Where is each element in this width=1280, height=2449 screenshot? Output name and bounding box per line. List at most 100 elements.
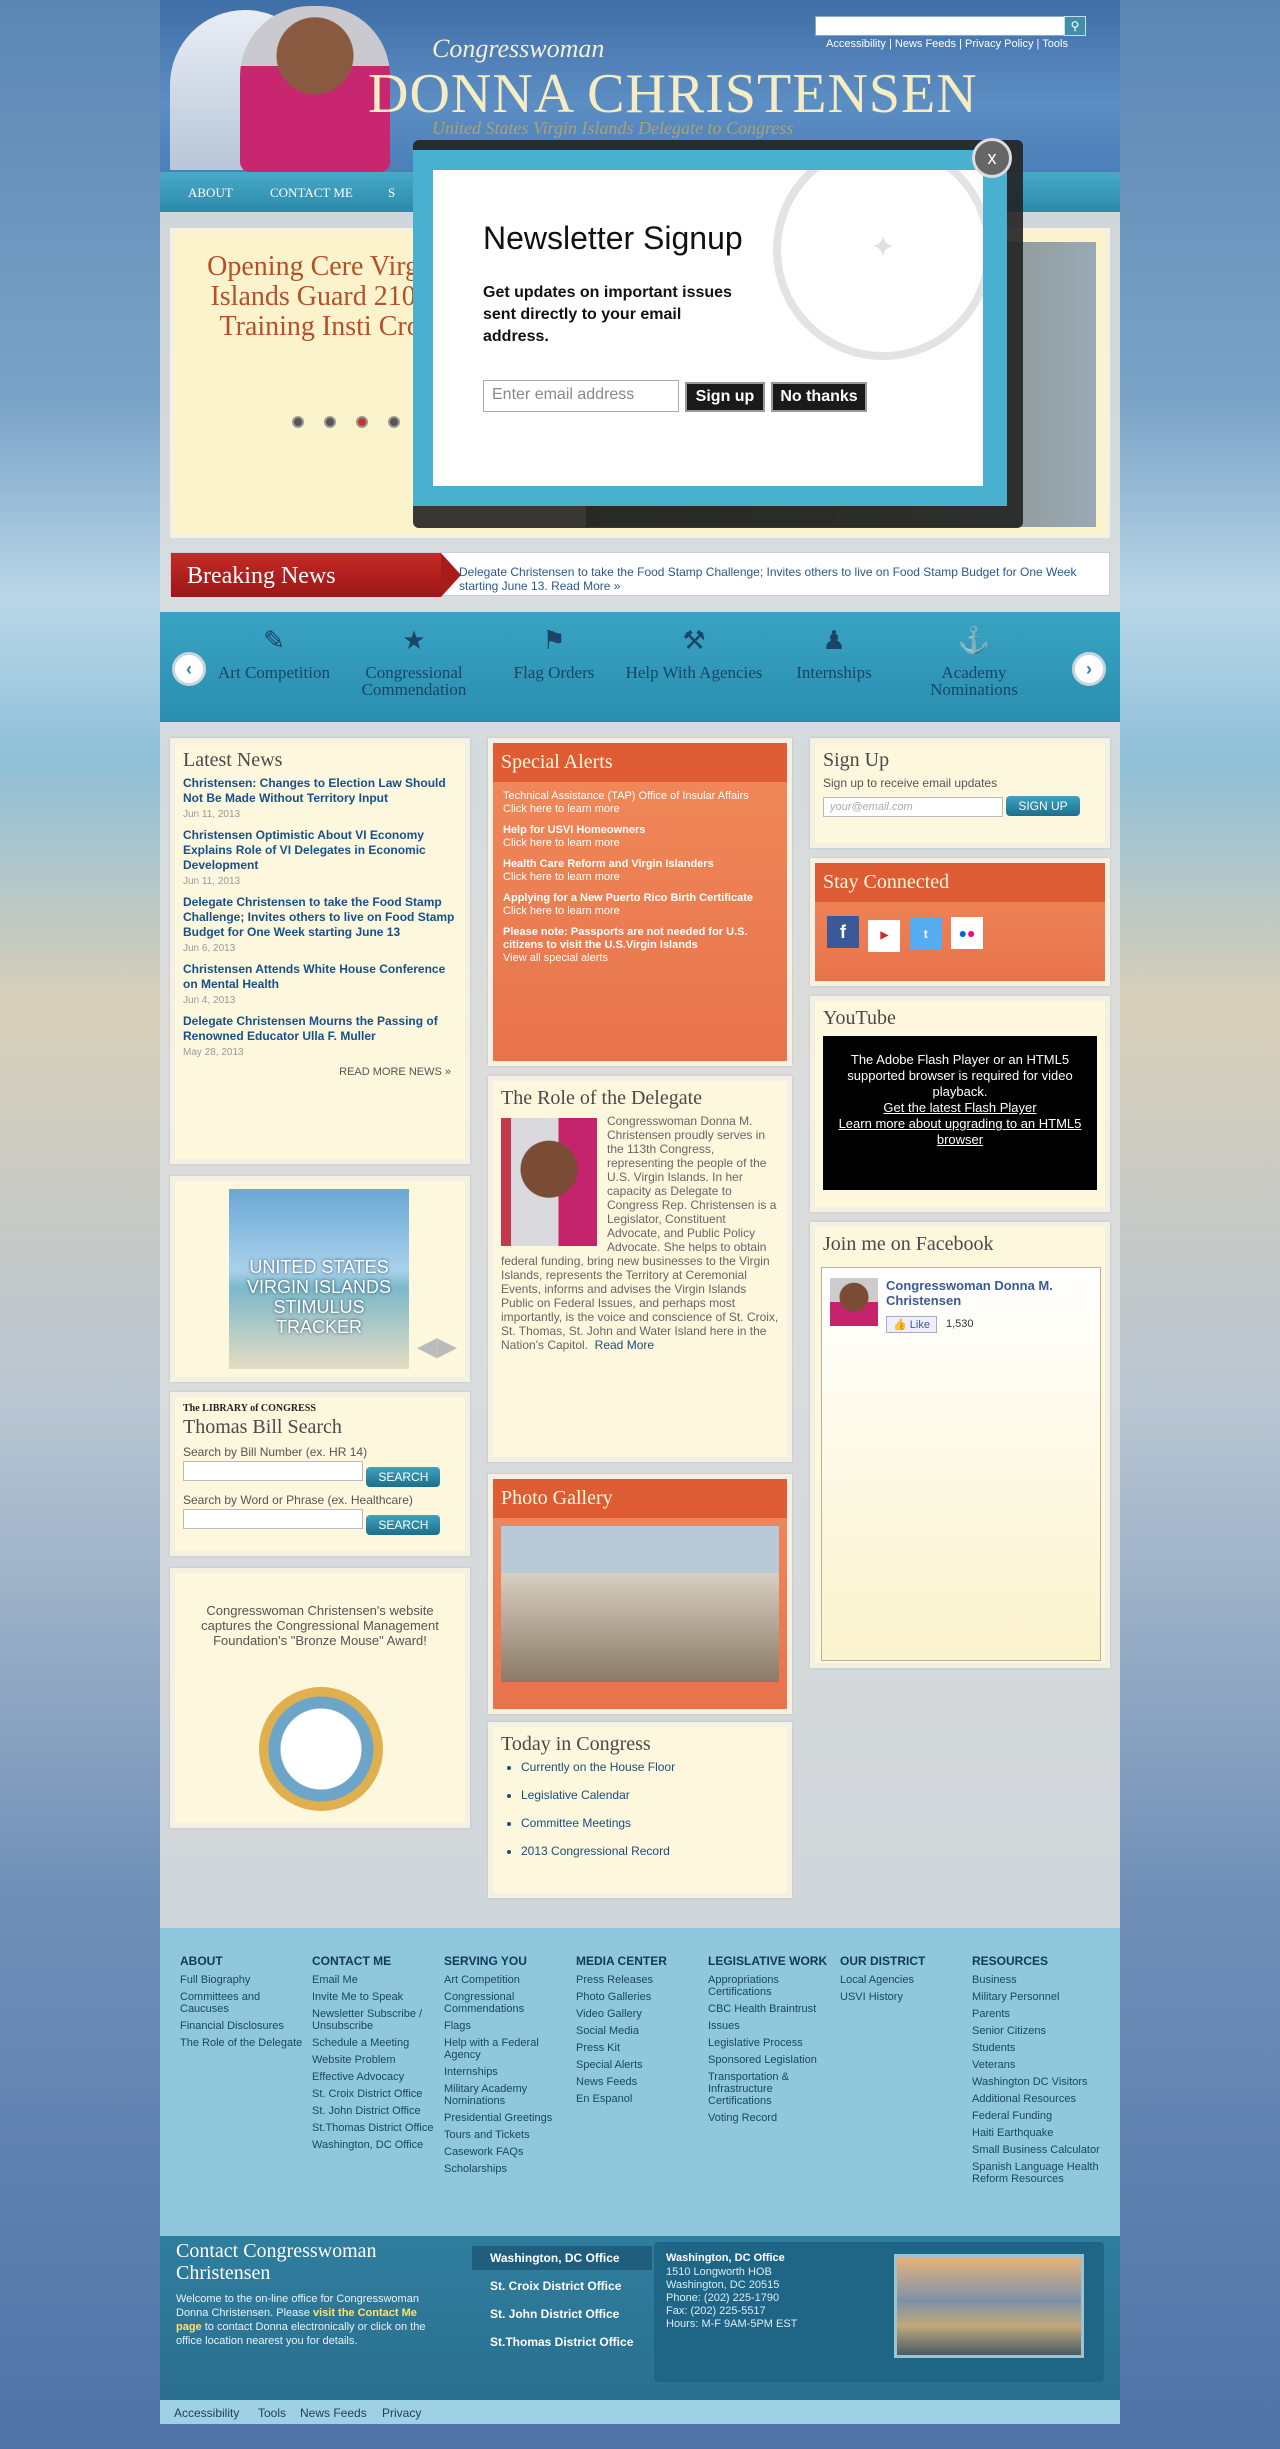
footer-link[interactable]: Scholarships [444, 2163, 574, 2175]
bottom-link-news-feeds[interactable]: News Feeds [300, 2406, 367, 2420]
footer-link[interactable]: Website Problem [312, 2054, 442, 2066]
footer-link[interactable]: Federal Funding [972, 2110, 1102, 2122]
footer-link[interactable]: Special Alerts [576, 2059, 706, 2071]
carousel-prev-icon[interactable]: ‹ [172, 652, 206, 686]
footer-link[interactable]: Internships [444, 2066, 574, 2078]
stimulus-arrows-icon[interactable]: ◀▶ [417, 1331, 457, 1362]
alert-title[interactable]: Help for USVI Homeowners [503, 824, 777, 837]
bottom-link-tools[interactable]: Tools [258, 2406, 286, 2420]
band-item-academy-nominations[interactable]: ⚓ Academy Nominations [904, 628, 1044, 699]
band-item-internships[interactable]: ♟ Internships [764, 628, 904, 682]
footer-link[interactable]: News Feeds [576, 2076, 706, 2088]
footer-link[interactable]: Washington, DC Office [312, 2139, 442, 2151]
alert-title[interactable]: Technical Assistance (TAP) Office of Ins… [503, 790, 777, 803]
link-privacy-policy[interactable]: Privacy Policy [965, 38, 1033, 50]
stimulus-tracker-banner[interactable]: UNITED STATES VIRGIN ISLANDS STIMULUS TR… [229, 1189, 409, 1369]
nav-contact-me[interactable]: CONTACT ME [270, 185, 353, 201]
gallery-photo[interactable] [501, 1526, 779, 1682]
office-tab-active[interactable]: Washington, DC Office [472, 2246, 652, 2270]
breaking-news-text[interactable]: Delegate Christensen to take the Food St… [459, 565, 1099, 593]
footer-link[interactable]: Military Academy Nominations [444, 2083, 574, 2107]
nav-about[interactable]: ABOUT [188, 185, 233, 201]
footer-link[interactable]: Flags [444, 2020, 574, 2032]
twitter-icon[interactable]: t [909, 918, 942, 950]
news-link[interactable]: Christensen Optimistic About VI Economy … [183, 828, 457, 873]
footer-link[interactable]: Social Media [576, 2025, 706, 2037]
slide-dot[interactable] [292, 416, 304, 428]
facebook-icon[interactable]: f [827, 916, 859, 948]
footer-link[interactable]: Committees and Caucuses [180, 1991, 310, 2015]
alert-link[interactable]: Click here to learn more [503, 803, 777, 816]
footer-link[interactable]: Legislative Process [708, 2037, 838, 2049]
footer-link[interactable]: Schedule a Meeting [312, 2037, 442, 2049]
footer-link[interactable]: USVI History [840, 1991, 970, 2003]
footer-link[interactable]: Haiti Earthquake [972, 2127, 1102, 2139]
today-link[interactable]: Legislative Calendar [521, 1788, 779, 1802]
office-tab[interactable]: St.Thomas District Office [472, 2330, 652, 2354]
footer-link[interactable]: Spanish Language Health Reform Resources [972, 2161, 1102, 2185]
footer-link[interactable]: Presidential Greetings [444, 2112, 574, 2124]
footer-link[interactable]: St. John District Office [312, 2105, 442, 2117]
footer-link[interactable]: Full Biography [180, 1974, 310, 1986]
modal-no-thanks-button[interactable]: No thanks [771, 382, 867, 412]
news-link[interactable]: Delegate Christensen Mourns the Passing … [183, 1014, 457, 1044]
footer-link[interactable]: Effective Advocacy [312, 2071, 442, 2083]
youtube-icon[interactable]: ▶ [868, 920, 901, 952]
bottom-link-privacy[interactable]: Privacy [382, 2406, 421, 2420]
footer-link[interactable]: Help with a Federal Agency [444, 2037, 574, 2061]
footer-link[interactable]: The Role of the Delegate [180, 2037, 310, 2049]
footer-link[interactable]: Tours and Tickets [444, 2129, 574, 2141]
link-accessibility[interactable]: Accessibility [826, 38, 886, 50]
footer-link[interactable]: Issues [708, 2020, 838, 2032]
alert-link[interactable]: Click here to learn more [503, 905, 777, 918]
footer-link[interactable]: Students [972, 2042, 1102, 2054]
footer-link[interactable]: Art Competition [444, 1974, 574, 1986]
flash-player-link[interactable]: Get the latest Flash Player [829, 1100, 1091, 1116]
bill-number-search-button[interactable]: SEARCH [366, 1467, 441, 1487]
footer-link[interactable]: Parents [972, 2008, 1102, 2020]
flickr-icon[interactable]: ●● [951, 917, 984, 949]
band-item-art-competition[interactable]: ✎ Art Competition [204, 628, 344, 682]
footer-link[interactable]: Appropriations Certifications [708, 1974, 838, 1998]
today-link[interactable]: Committee Meetings [521, 1816, 779, 1830]
alert-title[interactable]: Applying for a New Puerto Rico Birth Cer… [503, 892, 777, 905]
footer-link[interactable]: Casework FAQs [444, 2146, 574, 2158]
facebook-page-name[interactable]: Congresswoman Donna M. Christensen [886, 1278, 1086, 1308]
link-news-feeds[interactable]: News Feeds [895, 38, 956, 50]
footer-link[interactable]: Video Gallery [576, 2008, 706, 2020]
band-item-congressional-commendation[interactable]: ★ Congressional Commendation [344, 628, 484, 699]
today-link[interactable]: 2013 Congressional Record [521, 1844, 779, 1858]
header-name[interactable]: DONNA CHRISTENSEN [368, 62, 978, 126]
footer-link[interactable]: Email Me [312, 1974, 442, 1986]
footer-link[interactable]: Transportation & Infrastructure Certific… [708, 2071, 838, 2107]
bronze-mouse-badge[interactable]: 112th CONGRESS [259, 1687, 383, 1811]
office-tab[interactable]: St. Croix District Office [472, 2274, 652, 2298]
alert-link[interactable]: Click here to learn more [503, 871, 777, 884]
breaking-read-more[interactable]: Read More » [551, 579, 620, 593]
footer-link[interactable]: Press Releases [576, 1974, 706, 1986]
footer-link[interactable]: Senior Citizens [972, 2025, 1102, 2037]
footer-link[interactable]: Newsletter Subscribe / Unsubscribe [312, 2008, 442, 2032]
footer-link[interactable]: Veterans [972, 2059, 1102, 2071]
alert-title[interactable]: Health Care Reform and Virgin Islanders [503, 858, 777, 871]
footer-link[interactable]: St.Thomas District Office [312, 2122, 442, 2134]
news-link[interactable]: Christensen Attends White House Conferen… [183, 962, 457, 992]
bottom-link-accessibility[interactable]: Accessibility [174, 2406, 239, 2420]
footer-link[interactable]: Additional Resources [972, 2093, 1102, 2105]
footer-link[interactable]: Small Business Calculator [972, 2144, 1102, 2156]
footer-link[interactable]: Congressional Commendations [444, 1991, 574, 2015]
footer-link[interactable]: Photo Galleries [576, 1991, 706, 2003]
html5-link[interactable]: Learn more about upgrading to an HTML5 b… [829, 1116, 1091, 1148]
alert-title[interactable]: Please note: Passports are not needed fo… [503, 926, 777, 952]
slide-dot-active[interactable] [356, 416, 368, 428]
footer-link[interactable]: Washington DC Visitors [972, 2076, 1102, 2088]
footer-link[interactable]: St. Croix District Office [312, 2088, 442, 2100]
footer-link[interactable]: Local Agencies [840, 1974, 970, 1986]
footer-link[interactable]: Business [972, 1974, 1102, 1986]
footer-link[interactable]: Press Kit [576, 2042, 706, 2054]
facebook-like-button[interactable]: 👍 Like [886, 1316, 937, 1333]
alert-link[interactable]: Click here to learn more [503, 837, 777, 850]
signup-email-input[interactable]: your@email.com [823, 797, 1003, 817]
footer-link[interactable]: Invite Me to Speak [312, 1991, 442, 2003]
footer-link[interactable]: En Espanol [576, 2093, 706, 2105]
